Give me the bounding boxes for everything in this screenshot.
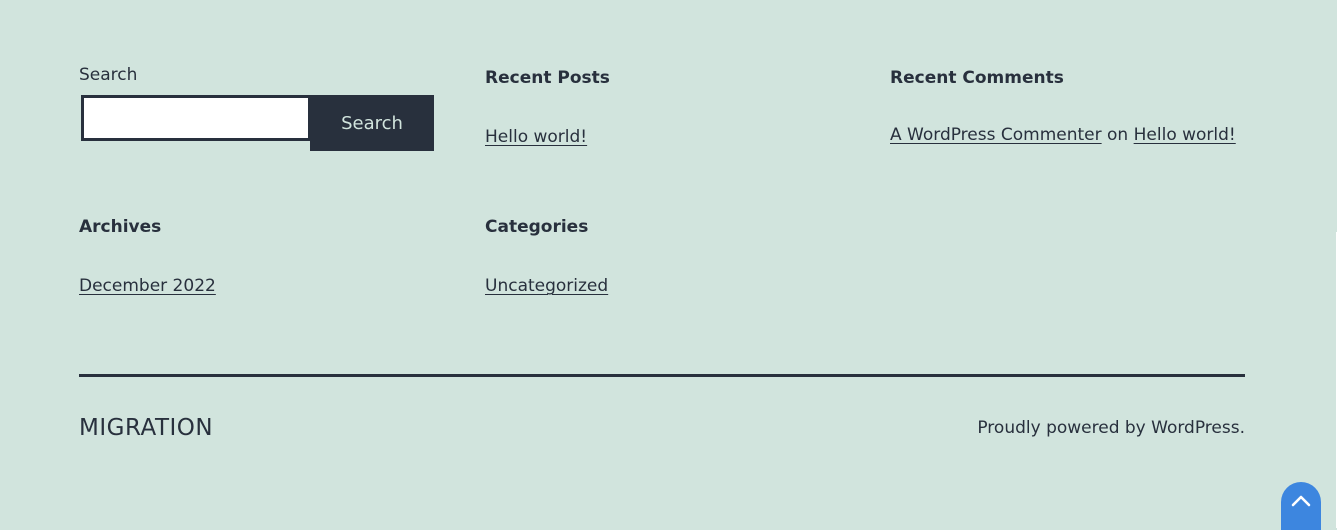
- chevron-up-icon: [1291, 495, 1311, 507]
- comment-connector: on: [1107, 125, 1129, 145]
- search-button[interactable]: Search: [310, 95, 434, 151]
- category-link[interactable]: Uncategorized: [485, 276, 608, 296]
- comment-post-link[interactable]: Hello world!: [1134, 125, 1236, 145]
- recent-post-link[interactable]: Hello world!: [485, 127, 587, 147]
- recent-comments-title: Recent Comments: [890, 68, 1064, 88]
- categories-title: Categories: [485, 217, 589, 237]
- recent-posts-title: Recent Posts: [485, 68, 610, 88]
- archive-link[interactable]: December 2022: [79, 276, 216, 296]
- search-input[interactable]: [81, 95, 311, 141]
- recent-comment-item: A WordPress Commenter on Hello world!: [890, 125, 1236, 145]
- site-name-link[interactable]: MIGRATION: [79, 415, 213, 441]
- powered-by-text: Proudly powered by WordPress.: [977, 418, 1245, 438]
- archives-title: Archives: [79, 217, 162, 237]
- footer-divider: [79, 374, 1245, 377]
- search-label: Search: [79, 65, 138, 85]
- powered-by-link[interactable]: Proudly powered by WordPress.: [977, 418, 1245, 438]
- comment-author-link[interactable]: A WordPress Commenter: [890, 125, 1102, 145]
- scroll-to-top-button[interactable]: [1281, 482, 1321, 530]
